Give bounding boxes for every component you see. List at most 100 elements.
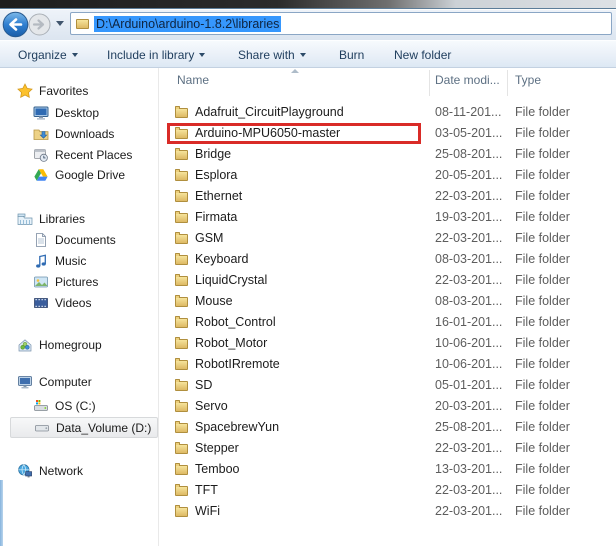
file-date: 13-03-201...	[435, 462, 502, 476]
table-row[interactable]: Robot_Motor 10-06-201... File folder	[158, 333, 616, 354]
sidebar-item-pictures[interactable]: Pictures	[33, 271, 98, 292]
file-name: WiFi	[195, 504, 220, 518]
file-date: 22-03-201...	[435, 441, 502, 455]
sidebar-section-network[interactable]: Network	[17, 460, 83, 481]
table-row[interactable]: WiFi 22-03-201... File folder	[158, 501, 616, 522]
table-row[interactable]: SD 05-01-201... File folder	[158, 375, 616, 396]
sidebar-item-label: Videos	[55, 296, 91, 310]
table-row[interactable]: Firmata 19-03-201... File folder	[158, 207, 616, 228]
organize-button[interactable]: Organize	[18, 46, 78, 64]
back-button[interactable]	[2, 11, 29, 41]
table-row[interactable]: Bridge 25-08-201... File folder	[158, 144, 616, 165]
forward-button[interactable]	[28, 13, 51, 39]
share-with-label: Share with	[238, 48, 295, 62]
table-row[interactable]: GSM 22-03-201... File folder	[158, 228, 616, 249]
sidebar-item-label: Data_Volume (D:)	[56, 421, 151, 435]
file-type: File folder	[515, 105, 570, 119]
address-bar[interactable]: D:\Arduino\arduino-1.8.2\libraries	[70, 12, 612, 35]
folder-icon	[175, 276, 188, 286]
share-with-button[interactable]: Share with	[238, 46, 306, 64]
sidebar-section-label: Homegroup	[39, 338, 102, 352]
file-type: File folder	[515, 231, 570, 245]
table-row[interactable]: Keyboard 08-03-201... File folder	[158, 249, 616, 270]
network-icon	[17, 463, 33, 479]
file-type: File folder	[515, 420, 570, 434]
table-row[interactable]: Esplora 20-05-201... File folder	[158, 165, 616, 186]
history-dropdown-icon[interactable]	[56, 21, 64, 26]
new-folder-label: New folder	[394, 48, 451, 62]
column-header-date-modified[interactable]: Date modi...	[435, 73, 500, 87]
column-header-type[interactable]: Type	[515, 73, 541, 87]
folder-icon	[175, 213, 188, 223]
file-type: File folder	[515, 210, 570, 224]
pictures-icon	[33, 274, 49, 290]
table-row[interactable]: Temboo 13-03-201... File folder	[158, 459, 616, 480]
address-folder-icon	[76, 19, 89, 29]
computer-icon	[17, 374, 33, 390]
file-date: 08-11-201...	[435, 105, 501, 119]
column-header-name[interactable]: Name	[177, 73, 209, 87]
window-left-border	[0, 480, 3, 546]
sidebar-item-label: OS (C:)	[55, 399, 96, 413]
folder-icon	[175, 108, 188, 118]
sidebar-item-videos[interactable]: Videos	[33, 292, 91, 313]
folder-icon	[175, 507, 188, 517]
sidebar-item-label: Music	[55, 254, 86, 268]
sidebar-item-label: Downloads	[55, 127, 114, 141]
window-titlebar	[0, 0, 616, 9]
file-name: SD	[195, 378, 212, 392]
file-date: 22-03-201...	[435, 273, 502, 287]
file-type: File folder	[515, 294, 570, 308]
table-row[interactable]: Robot_Control 16-01-201... File folder	[158, 312, 616, 333]
sidebar-section-favorites[interactable]: Favorites	[17, 80, 88, 101]
file-type: File folder	[515, 462, 570, 476]
sidebar-section-homegroup[interactable]: Homegroup	[17, 334, 102, 355]
sidebar-item-desktop[interactable]: Desktop	[33, 102, 99, 123]
sidebar-section-computer[interactable]: Computer	[17, 371, 92, 392]
documents-icon	[33, 232, 49, 248]
folder-icon	[175, 339, 188, 349]
table-row[interactable]: LiquidCrystal 22-03-201... File folder	[158, 270, 616, 291]
file-name: Temboo	[195, 462, 239, 476]
file-date: 05-01-201...	[435, 378, 502, 392]
forward-icon	[28, 13, 51, 36]
sidebar-item-downloads[interactable]: Downloads	[33, 123, 114, 144]
table-row[interactable]: SpacebrewYun 25-08-201... File folder	[158, 417, 616, 438]
file-name: TFT	[195, 483, 218, 497]
table-row[interactable]: Ethernet 22-03-201... File folder	[158, 186, 616, 207]
file-type: File folder	[515, 168, 570, 182]
file-name: Robot_Control	[195, 315, 276, 329]
sidebar-item-documents[interactable]: Documents	[33, 229, 116, 250]
sidebar-item-data-volume-d[interactable]: Data_Volume (D:)	[10, 417, 158, 438]
burn-button[interactable]: Burn	[339, 46, 364, 64]
folder-icon	[175, 444, 188, 454]
sidebar-item-music[interactable]: Music	[33, 250, 86, 271]
table-row[interactable]: TFT 22-03-201... File folder	[158, 480, 616, 501]
new-folder-button[interactable]: New folder	[394, 46, 451, 64]
file-name: Stepper	[195, 441, 239, 455]
table-row[interactable]: RobotIRremote 10-06-201... File folder	[158, 354, 616, 375]
sidebar-item-google-drive[interactable]: Google Drive	[33, 164, 125, 185]
table-row[interactable]: Servo 20-03-201... File folder	[158, 396, 616, 417]
google-drive-icon	[33, 167, 49, 183]
file-date: 16-01-201...	[435, 315, 502, 329]
downloads-icon	[33, 126, 49, 142]
sidebar-item-os-c[interactable]: OS (C:)	[33, 395, 96, 416]
folder-icon	[175, 465, 188, 475]
table-row[interactable]: Mouse 08-03-201... File folder	[158, 291, 616, 312]
homegroup-icon	[17, 337, 33, 353]
include-in-library-button[interactable]: Include in library	[107, 46, 205, 64]
table-row[interactable]: Adafruit_CircuitPlayground 08-11-201... …	[158, 102, 616, 123]
sidebar-item-recent-places[interactable]: Recent Places	[33, 144, 132, 165]
file-type: File folder	[515, 273, 570, 287]
folder-icon	[175, 255, 188, 265]
sidebar-section-label: Favorites	[39, 84, 88, 98]
sidebar-section-libraries[interactable]: Libraries	[17, 208, 85, 229]
navigation-bar: D:\Arduino\arduino-1.8.2\libraries	[0, 10, 616, 40]
back-icon	[2, 11, 29, 38]
table-row[interactable]: Stepper 22-03-201... File folder	[158, 438, 616, 459]
address-path[interactable]: D:\Arduino\arduino-1.8.2\libraries	[94, 16, 281, 32]
table-row[interactable]: Arduino-MPU6050-master 03-05-201... File…	[158, 123, 616, 144]
videos-icon	[33, 295, 49, 311]
sidebar-section-label: Computer	[39, 375, 92, 389]
